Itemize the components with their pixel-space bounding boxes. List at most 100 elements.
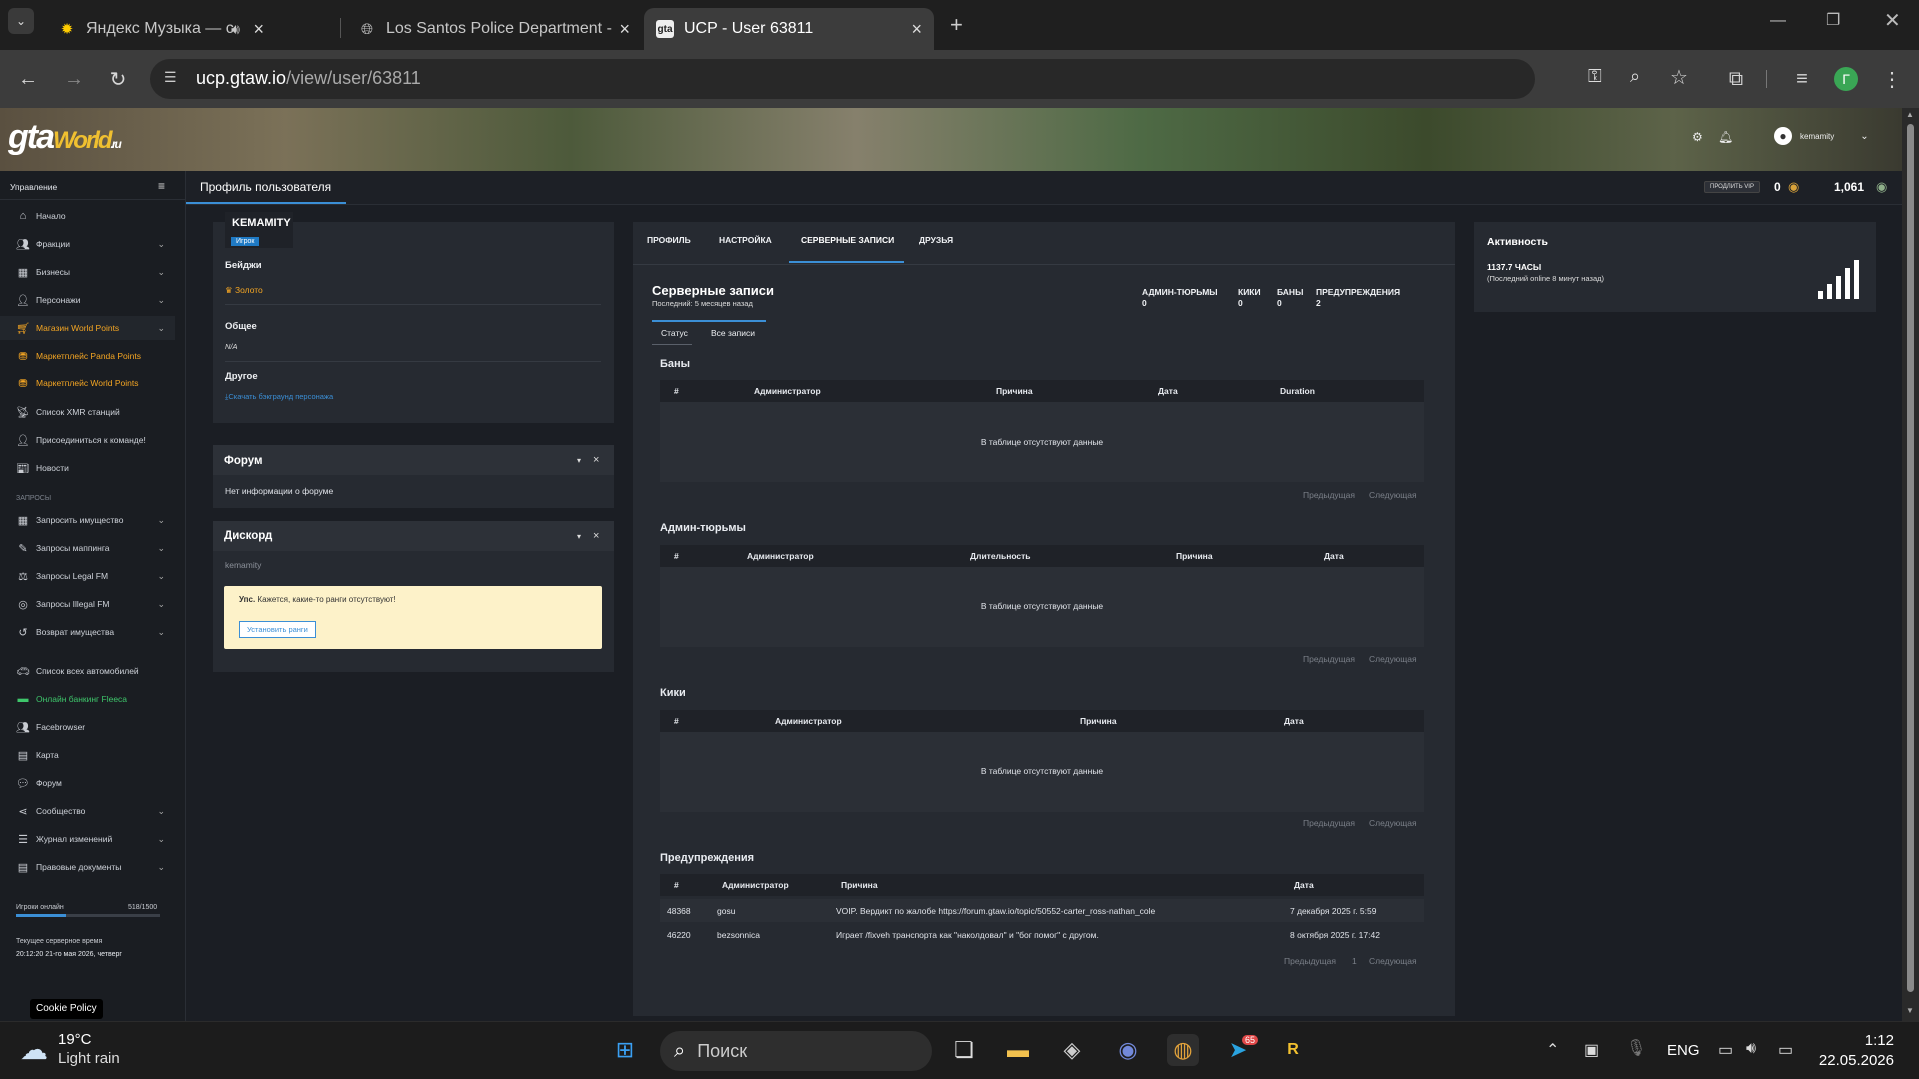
warnings-next-button[interactable]: Следующая [1369, 956, 1417, 966]
warnings-page-button[interactable]: 1 [1352, 956, 1357, 966]
tab-ucp[interactable]: gta UCP - User 63811 × [644, 8, 934, 50]
collapse-icon[interactable]: ▾ [577, 532, 581, 541]
task-view-icon[interactable]: ❏ [948, 1034, 980, 1066]
show-hidden-icons[interactable]: ⌃ [1546, 1040, 1559, 1060]
tab-search-button[interactable]: ⌄ [8, 8, 34, 34]
back-button[interactable]: ← [12, 63, 44, 95]
profile-avatar[interactable]: Г [1834, 67, 1858, 91]
user-menu[interactable]: ● kemamity ⌄ [1774, 127, 1869, 145]
start-button[interactable]: ⊞ [609, 1034, 641, 1066]
close-icon[interactable]: × [911, 19, 922, 40]
extensions-icon[interactable]: ⧉ [1720, 63, 1752, 95]
sidebar-item-world-marketplace[interactable]: ⛃ Маркетплейс World Points [0, 371, 175, 395]
column-header[interactable]: Причина [841, 880, 878, 890]
volume-icon[interactable]: 🔊︎ [1746, 1040, 1756, 1058]
download-background-link[interactable]: ⤓Скачать бэкграунд персонажа [225, 392, 333, 402]
scroll-down-arrow[interactable]: ▼ [1906, 1006, 1914, 1015]
set-ranks-button[interactable]: Установить ранги [239, 621, 316, 638]
discord-icon[interactable]: ◉ [1112, 1034, 1144, 1066]
page-scrollbar[interactable]: ▲ ▼ [1902, 108, 1919, 1021]
sidebar-item-illegal-fm[interactable]: ◎ Запросы Illegal FM ⌄ [0, 592, 175, 616]
weather-widget[interactable]: ☁ 19°C Light rain [20, 1030, 120, 1068]
sidebar-item-panda-marketplace[interactable]: ⛃ Маркетплейс Panda Points [0, 344, 175, 368]
clock[interactable]: 1:12 22.05.2026 [1810, 1031, 1894, 1071]
media-control-icon[interactable]: ≡ [1786, 63, 1818, 95]
close-icon[interactable]: × [253, 19, 264, 40]
key-icon[interactable]: ⚿ [1588, 66, 1602, 87]
bans-prev-button[interactable]: Предыдущая [1303, 490, 1355, 500]
column-header[interactable]: Длительность [970, 551, 1031, 561]
column-header[interactable]: # [674, 880, 679, 890]
sidebar-item-changelog[interactable]: ☰ Журнал изменений ⌄ [0, 827, 175, 851]
close-icon[interactable]: × [619, 19, 630, 40]
sidebar-toggle-icon[interactable]: ≡ [158, 179, 165, 193]
tab-yandex-music[interactable]: ✹ Яндекс Музыка — собирае 🔊︎ × [46, 8, 276, 50]
microphone-icon[interactable]: 🎙︎ [1626, 1038, 1646, 1058]
sidebar-item-join-team[interactable]: 👤︎ Присоединиться к команде! [0, 428, 175, 452]
sidebar-item-xmr-stations[interactable]: 📡︎ Список ХМR станций [0, 400, 175, 424]
sidebar-item-map[interactable]: ▤ Карта [0, 743, 175, 767]
sidebar-item-legal-fm[interactable]: ⚖ Запросы Legal FM ⌄ [0, 564, 175, 588]
address-bar[interactable]: ☰ ucp.gtaw.io/view/user/63811 ⚿ ⌕ ☆ [150, 59, 1688, 99]
settings-icon[interactable]: ⚙ [1692, 130, 1703, 144]
sidebar-item-request-property[interactable]: ▦ Запросить имущество ⌄ [0, 508, 175, 532]
kicks-prev-button[interactable]: Предыдущая [1303, 818, 1355, 828]
column-header[interactable]: Дата [1294, 880, 1314, 890]
sidebar-item-businesses[interactable]: ▦ Бизнесы ⌄ [0, 260, 175, 284]
scrollbar-thumb[interactable] [1907, 124, 1914, 992]
tray-app-icon[interactable]: ▣ [1584, 1040, 1599, 1060]
subtab-status[interactable]: Статус [661, 328, 688, 338]
jails-next-button[interactable]: Следующая [1369, 654, 1417, 664]
battery-icon[interactable]: ▭ [1778, 1040, 1793, 1060]
column-header[interactable]: Причина [1080, 716, 1117, 726]
language-indicator[interactable]: ENG [1667, 1042, 1700, 1059]
column-header[interactable]: Дата [1324, 551, 1344, 561]
tab-lspd[interactable]: 🌐︎ Los Santos Police Department - × [346, 8, 642, 50]
app-icon[interactable]: ◈ [1056, 1034, 1088, 1066]
close-icon[interactable]: × [593, 454, 599, 466]
tab-server-records[interactable]: СЕРВЕРНЫЕ ЗАПИСИ [801, 235, 894, 245]
column-header[interactable]: Причина [996, 386, 1033, 396]
column-header[interactable]: Администратор [747, 551, 814, 561]
network-icon[interactable]: ▭ [1718, 1040, 1733, 1060]
column-header[interactable]: # [674, 386, 679, 396]
column-header[interactable]: Администратор [754, 386, 821, 396]
file-explorer-icon[interactable]: ▬ [1002, 1034, 1034, 1066]
sidebar-item-home[interactable]: ⌂ Начало [0, 204, 175, 228]
column-header[interactable]: Дата [1158, 386, 1178, 396]
rockstar-icon[interactable]: R [1277, 1034, 1309, 1066]
column-header[interactable]: Duration [1280, 386, 1315, 396]
tab-profile[interactable]: ПРОФИЛЬ [647, 235, 691, 245]
tab-settings[interactable]: НАСТРОЙКА [719, 235, 772, 245]
sidebar-item-world-points-shop[interactable]: 🛒︎ Магазин World Points ⌄ [0, 316, 175, 340]
bookmark-star-icon[interactable]: ☆ [1670, 65, 1688, 90]
sidebar-item-factions[interactable]: 👥︎ Фракции ⌄ [0, 232, 175, 256]
warnings-prev-button[interactable]: Предыдущая [1284, 956, 1336, 966]
column-header[interactable]: Администратор [775, 716, 842, 726]
sidebar-item-property-refund[interactable]: ↺ Возврат имущества ⌄ [0, 620, 175, 644]
subtab-all-records[interactable]: Все записи [711, 328, 755, 338]
menu-icon[interactable]: ⋮ [1876, 63, 1908, 95]
kicks-next-button[interactable]: Следующая [1369, 818, 1417, 828]
sidebar-item-legal-docs[interactable]: ▤ Правовые документы ⌄ [0, 855, 175, 879]
chrome-icon[interactable]: ◍ [1167, 1034, 1199, 1066]
taskbar-search[interactable]: ⌕ Поиск [660, 1031, 932, 1071]
close-window-button[interactable]: ✕ [1884, 8, 1901, 33]
sidebar-item-news[interactable]: 📰︎ Новости [0, 456, 175, 480]
minimize-button[interactable]: — [1770, 12, 1786, 30]
bans-next-button[interactable]: Следующая [1369, 490, 1417, 500]
speaker-icon[interactable]: 🔊︎ [231, 21, 240, 38]
zoom-icon[interactable]: ⌕ [1630, 66, 1640, 87]
column-header[interactable]: Администратор [722, 880, 789, 890]
sidebar-item-fleeca-banking[interactable]: ▬ Онлайн банкинг Fleeca [0, 687, 175, 711]
maximize-button[interactable]: ❐ [1826, 10, 1840, 30]
column-header[interactable]: Причина [1176, 551, 1213, 561]
cookie-policy-button[interactable]: Cookie Policy [30, 999, 103, 1019]
scroll-up-arrow[interactable]: ▲ [1906, 110, 1914, 119]
vip-extend-button[interactable]: ПРОДЛИТЬ VIP [1704, 181, 1760, 193]
gta-world-logo[interactable]: gtaWorld.ru [8, 118, 122, 158]
close-icon[interactable]: × [593, 530, 599, 542]
sidebar-item-mapping-requests[interactable]: ✎ Запросы маппинга ⌄ [0, 536, 175, 560]
jails-prev-button[interactable]: Предыдущая [1303, 654, 1355, 664]
forward-button[interactable]: → [58, 63, 90, 95]
